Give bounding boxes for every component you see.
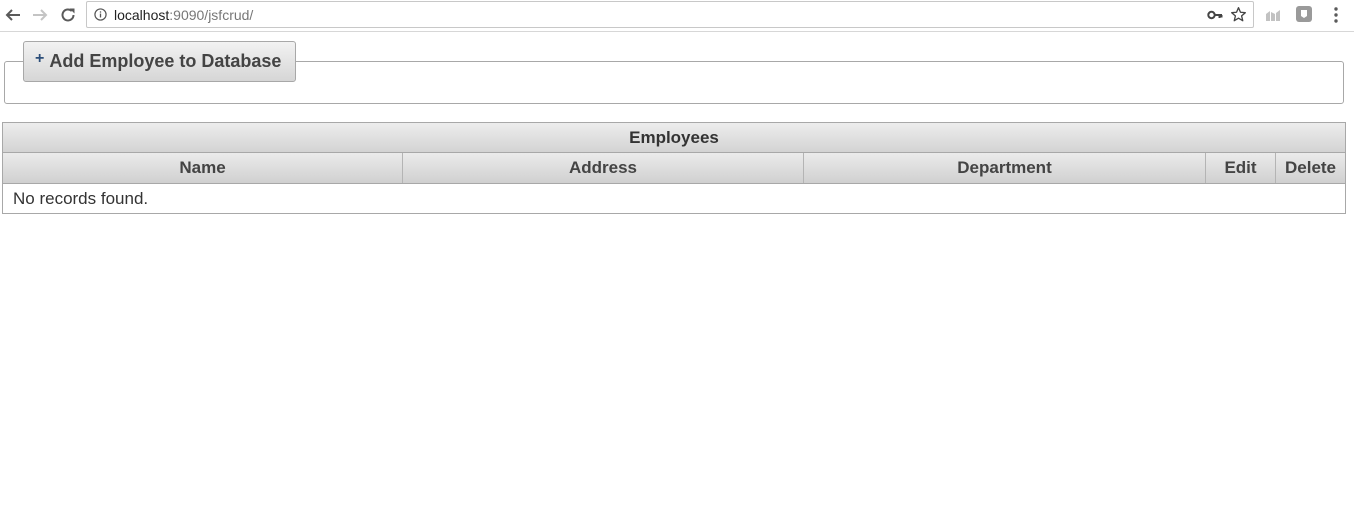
add-employee-button[interactable]: + Add Employee to Database [23, 41, 296, 82]
add-employee-label: Add Employee to Database [49, 51, 282, 71]
back-button[interactable] [2, 4, 24, 26]
column-header-delete[interactable]: Delete [1276, 153, 1345, 183]
info-icon[interactable] [94, 8, 107, 21]
reload-icon [61, 8, 75, 22]
plus-icon: + [35, 49, 45, 67]
table-caption: Employees [3, 123, 1345, 153]
table-header-row: Name Address Department Edit Delete [3, 153, 1345, 184]
reload-button[interactable] [57, 4, 79, 26]
url-path: :9090/jsfcrud/ [169, 7, 254, 23]
extension-icon[interactable] [1295, 5, 1313, 23]
employees-table: Employees Name Address Department Edit D… [2, 122, 1346, 214]
url-text[interactable]: localhost:9090/jsfcrud/ [114, 7, 253, 23]
key-icon[interactable] [1207, 8, 1223, 22]
column-header-address[interactable]: Address [403, 153, 804, 183]
kebab-menu-icon[interactable] [1328, 5, 1344, 25]
star-icon[interactable] [1230, 6, 1247, 23]
empty-message: No records found. [13, 188, 149, 208]
column-header-department[interactable]: Department [804, 153, 1206, 183]
column-header-name[interactable]: Name [3, 153, 403, 183]
browser-toolbar: localhost:9090/jsfcrud/ [0, 0, 1354, 32]
forward-button[interactable] [29, 4, 51, 26]
column-header-edit[interactable]: Edit [1206, 153, 1276, 183]
address-bar[interactable]: localhost:9090/jsfcrud/ [86, 1, 1254, 28]
chart-extension-icon[interactable] [1264, 6, 1282, 24]
url-host: localhost [114, 7, 170, 23]
arrow-left-icon [5, 9, 20, 21]
arrow-right-icon [33, 9, 48, 21]
